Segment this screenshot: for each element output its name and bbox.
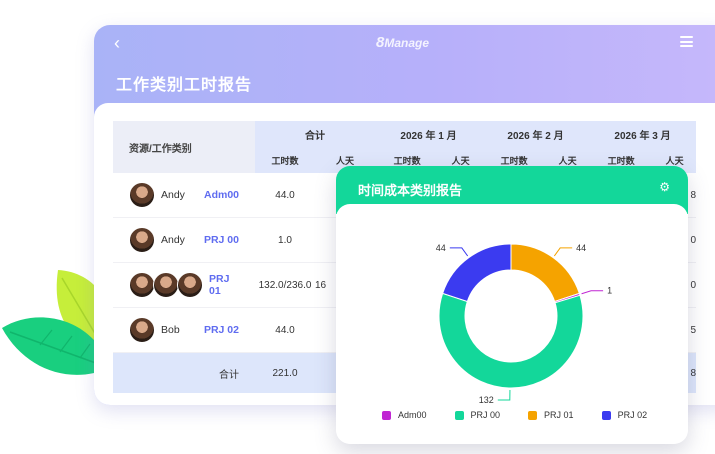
resource-name: Andy: [161, 189, 185, 201]
group-header-month-1: 2026 年 1 月: [375, 121, 482, 148]
legend-swatch: [528, 410, 538, 420]
gear-icon[interactable]: ⚙: [659, 180, 670, 194]
data-label: 44: [576, 243, 586, 253]
avatar: [177, 272, 203, 298]
category-link[interactable]: PRJ 02: [204, 324, 239, 336]
total-hours: 221.0: [255, 352, 315, 393]
category-link[interactable]: Adm00: [204, 189, 239, 201]
legend-swatch: [601, 410, 611, 420]
category-link[interactable]: PRJ 00: [204, 234, 239, 246]
resource-name: Andy: [161, 234, 185, 246]
data-label: 132: [479, 395, 494, 404]
donut-slice-prj-00[interactable]: [438, 292, 584, 389]
legend-label: PRJ 01: [544, 410, 574, 420]
hours-cell: 132.0/236.0: [255, 262, 315, 308]
data-label: 1: [607, 286, 612, 296]
total-label: 合计: [113, 352, 255, 393]
hamburger-menu-icon[interactable]: [680, 36, 693, 47]
popup-body: 44 1 132 44: [336, 204, 688, 444]
avatar: [153, 272, 179, 298]
category-link[interactable]: PRJ 01: [209, 273, 239, 297]
leader-line: [449, 247, 469, 257]
avatar: [129, 227, 155, 253]
leader-line: [553, 247, 573, 257]
subheader-hours: 工时数: [255, 148, 315, 173]
chart-legend: Adm00 PRJ 00 PRJ 01 PRJ 02: [382, 410, 675, 420]
hours-cell: 1.0: [255, 217, 315, 263]
hours-cell: 44.0: [255, 173, 315, 218]
brand-logo: 8Manage: [376, 34, 430, 51]
donut-chart: 44 1 132 44: [436, 243, 612, 404]
group-header-total: 合计: [255, 121, 375, 148]
hours-cell: 44.0: [255, 307, 315, 353]
group-header-month-3: 2026 年 3 月: [589, 121, 696, 148]
resource-name: Bob: [161, 324, 180, 336]
donut-slice-prj-02[interactable]: [442, 243, 512, 303]
cost-category-popup: 时间成本类别报告 ⚙ 44 1 132 44 Adm00 PRJ 00 PRJ 01 …: [336, 166, 688, 444]
avatar: [129, 317, 155, 343]
legend-label: PRJ 02: [617, 410, 648, 420]
popup-title: 时间成本类别报告: [358, 183, 463, 198]
legend-item[interactable]: PRJ 02: [601, 410, 648, 420]
leader-line: [497, 389, 511, 401]
legend-swatch: [382, 410, 391, 420]
legend-label: PRJ 00: [470, 410, 501, 420]
legend-item[interactable]: PRJ 01: [528, 410, 574, 420]
top-bar: ‹ 8Manage: [94, 25, 715, 61]
avatar: [129, 182, 155, 208]
resource-column-header: 资源/工作类别: [113, 121, 255, 173]
chevron-left-icon[interactable]: ‹: [114, 33, 120, 53]
page-title: 工作类别工时报告: [116, 77, 253, 94]
legend-item[interactable]: PRJ 00: [454, 410, 501, 420]
legend-label: Adm00: [398, 410, 427, 420]
donut-slice-prj-01[interactable]: [510, 243, 580, 303]
data-label: 44: [436, 243, 446, 253]
group-header-month-2: 2026 年 2 月: [482, 121, 589, 148]
avatar: [129, 272, 155, 298]
legend-item[interactable]: Adm00: [382, 410, 427, 420]
legend-swatch: [454, 410, 464, 420]
leader-line: [581, 290, 604, 295]
